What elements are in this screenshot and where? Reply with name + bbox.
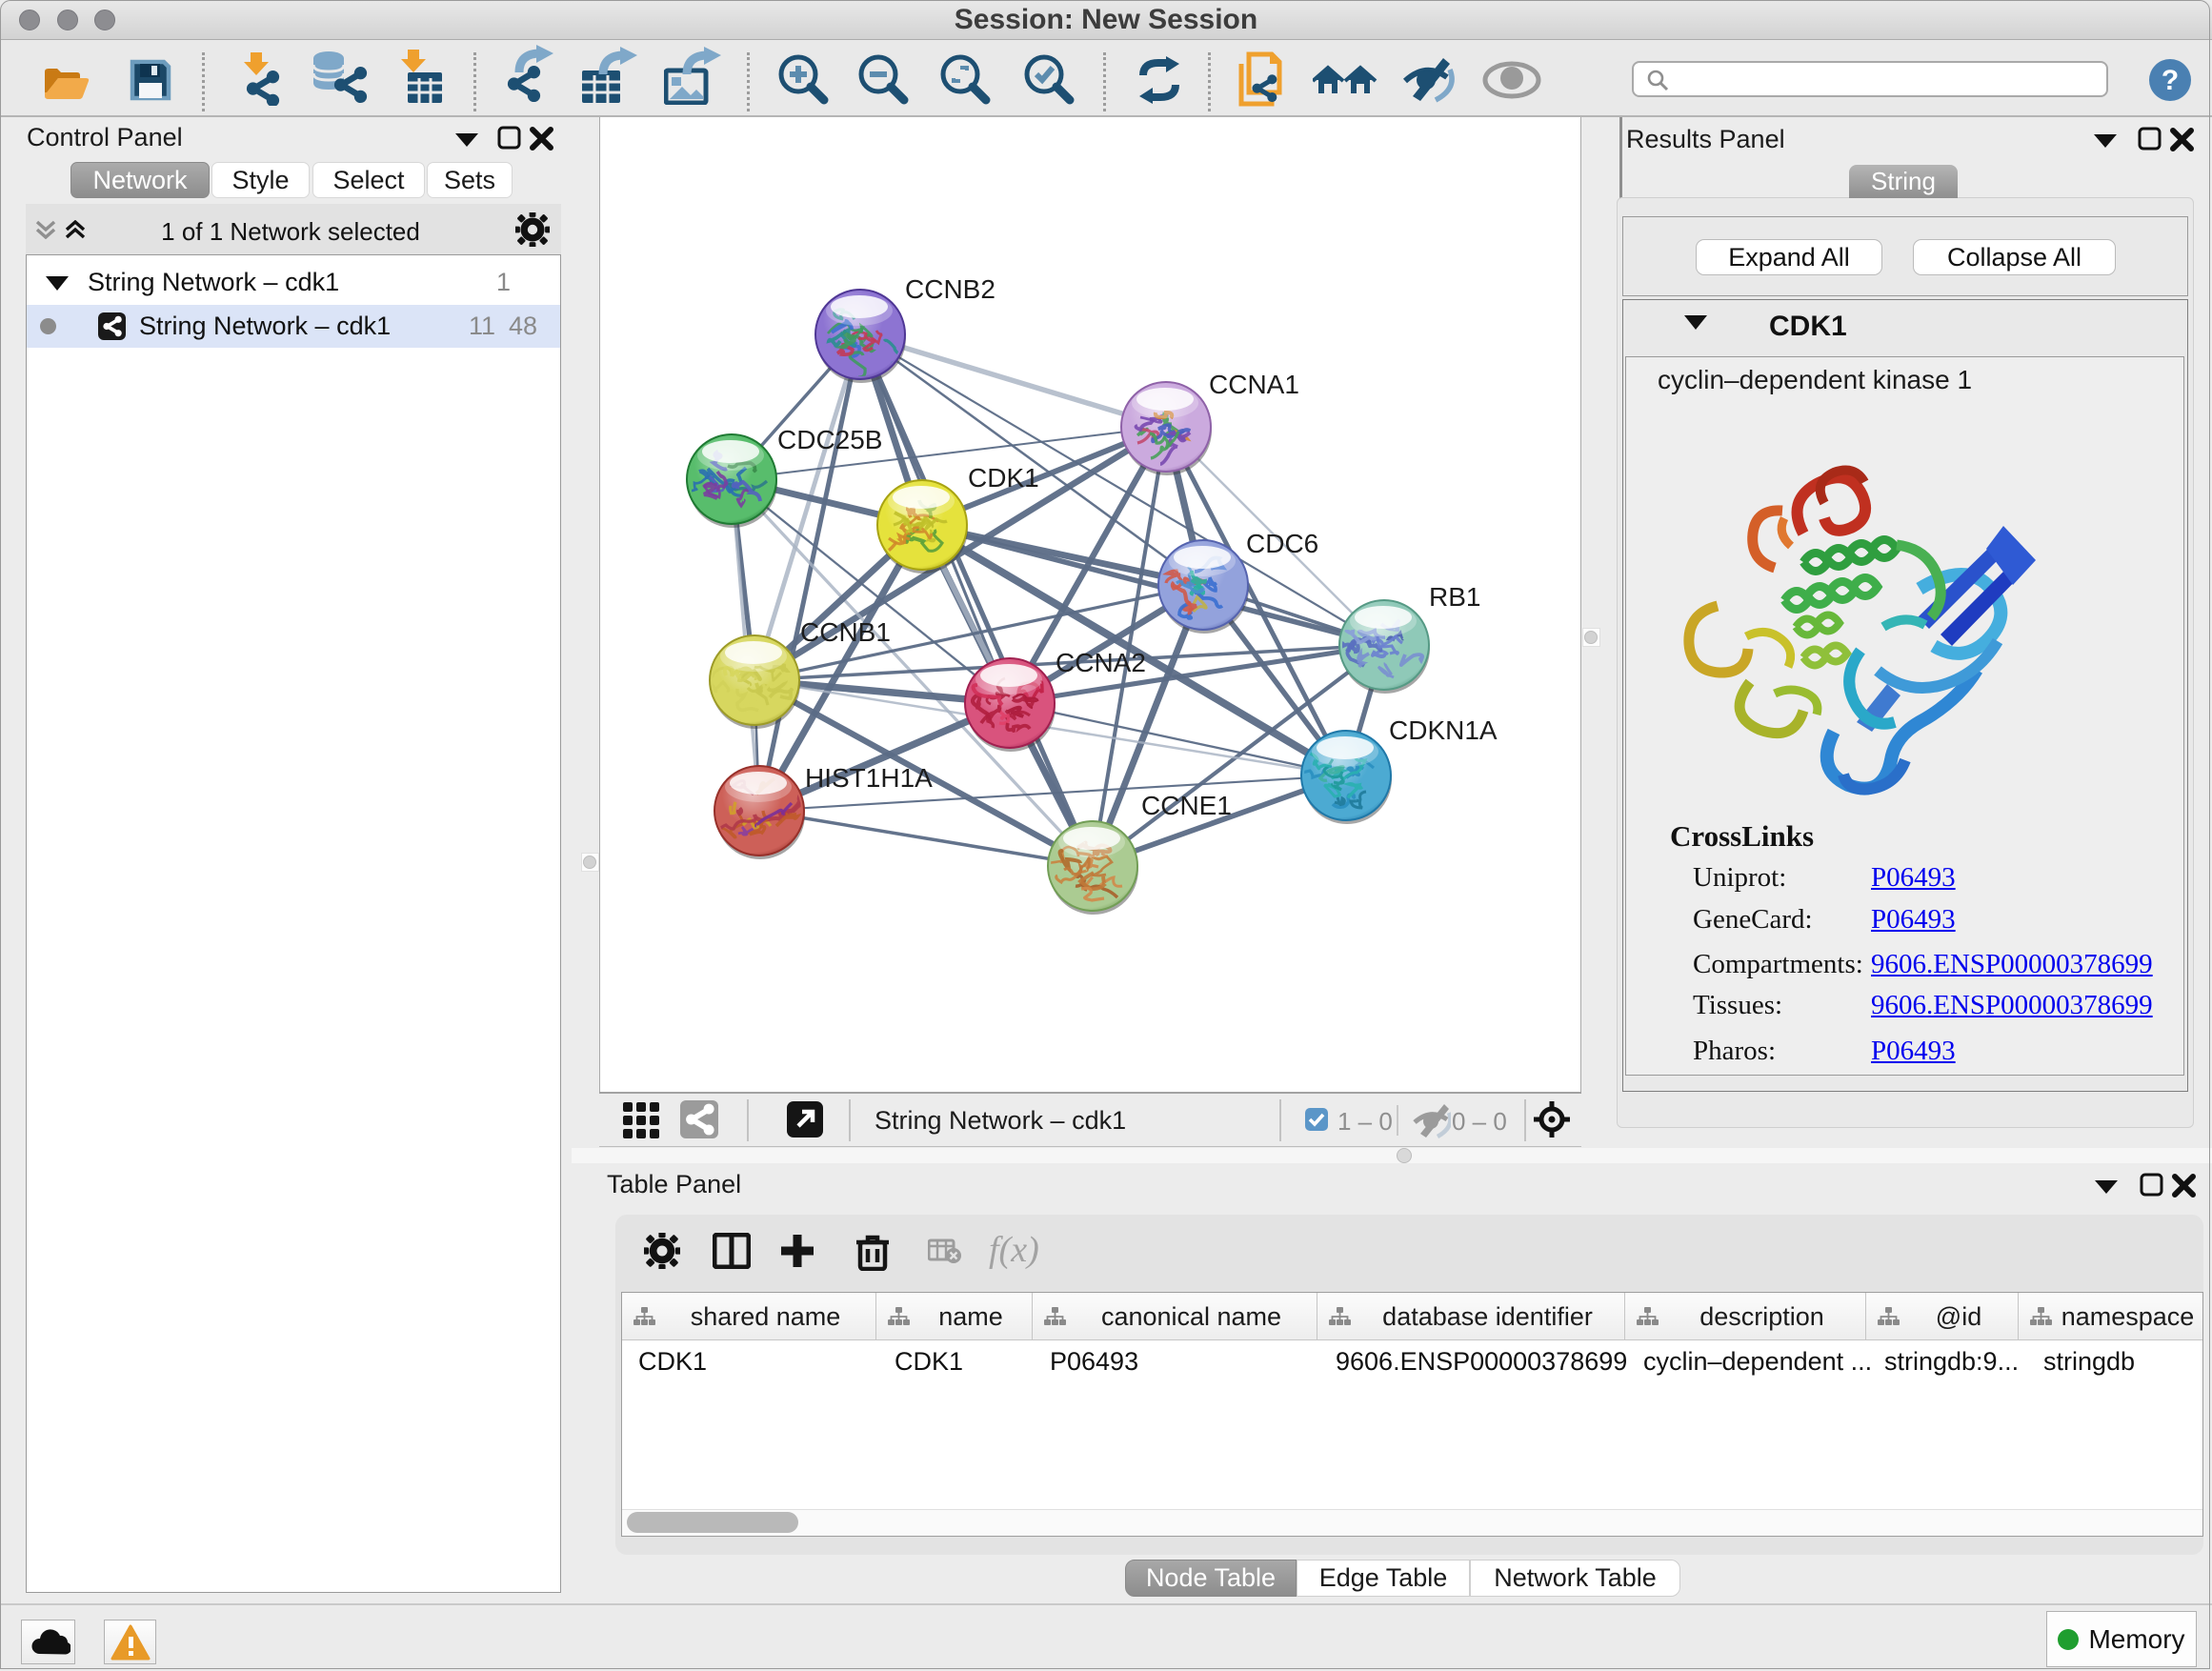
svg-text:CDKN1A: CDKN1A <box>1389 715 1498 745</box>
svg-text:CDC25B: CDC25B <box>777 425 882 454</box>
svg-text:CCNA2: CCNA2 <box>1056 648 1146 677</box>
svg-text:CDK1: CDK1 <box>968 463 1039 493</box>
svg-text:CCNE1: CCNE1 <box>1141 791 1232 820</box>
svg-text:CDC6: CDC6 <box>1246 529 1318 558</box>
svg-text:CCNB1: CCNB1 <box>800 617 891 647</box>
svg-text:CCNA1: CCNA1 <box>1209 370 1299 399</box>
svg-text:CCNB2: CCNB2 <box>905 274 995 304</box>
svg-text:?: ? <box>2162 65 2179 96</box>
svg-text:HIST1H1A: HIST1H1A <box>805 763 933 793</box>
svg-text:RB1: RB1 <box>1429 582 1480 612</box>
